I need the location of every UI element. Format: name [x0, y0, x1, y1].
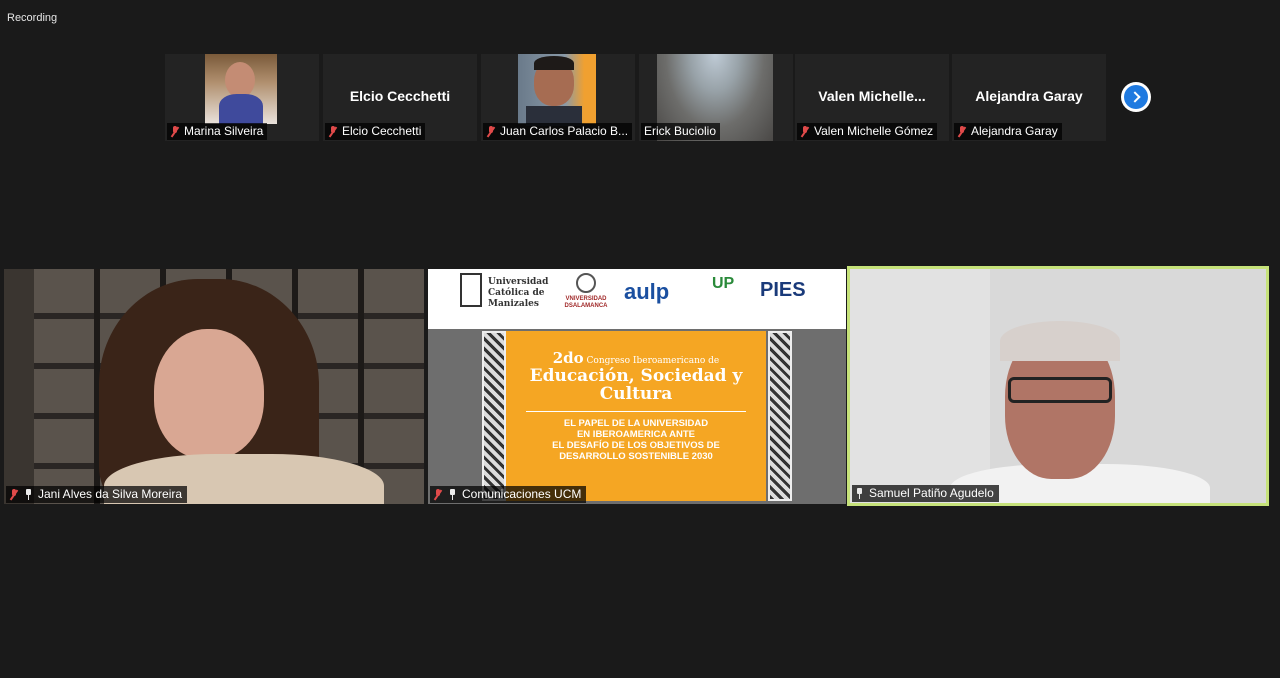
decorative-pattern [482, 331, 506, 501]
recording-label: Recording [7, 12, 58, 24]
video-participant-name: Jani Alves da Silva Moreira [38, 487, 183, 501]
video-nameplate: Jani Alves da Silva Moreira [6, 486, 188, 503]
participant-name: Valen Michelle Gómez [814, 124, 934, 138]
slide-logo: VNIVERSIDAD DSALAMANCA [564, 296, 608, 309]
participant-nameplate: Juan Carlos Palacio B... [483, 123, 633, 140]
participant-nameplate: Elcio Cecchetti [325, 123, 426, 140]
participant-nameplate: Erick Buciolio [641, 123, 721, 140]
mic-muted-icon [486, 125, 496, 137]
slide-congress: 2do Congreso Iberoamericano de [552, 349, 720, 367]
participant-thumbnail[interactable]: Alejandra Garay Alejandra Garay [952, 54, 1106, 141]
slide-logo: PIES [760, 279, 806, 301]
participant-nameplate: Marina Silveira [167, 123, 268, 140]
slide-logo: aulp [624, 279, 670, 304]
participant-nameplate: Alejandra Garay [954, 123, 1062, 140]
participant-name: Elcio Cecchetti [342, 124, 422, 138]
participant-thumbnail[interactable]: Valen Michelle... Valen Michelle Gómez [795, 54, 949, 141]
glasses-shape [1008, 377, 1112, 403]
slide-title: Educación, Sociedad y Cultura [529, 366, 743, 404]
decorative-pattern [768, 331, 792, 501]
pin-icon [855, 487, 864, 499]
mic-muted-icon [957, 125, 967, 137]
wall-background [850, 269, 990, 503]
university-shield-icon [460, 273, 482, 307]
participant-name: Erick Buciolio [644, 124, 717, 138]
video-participant-name: Comunicaciones UCM [462, 487, 582, 501]
active-speaker-video-tile[interactable]: Samuel Patiño Agudelo [847, 266, 1269, 506]
participant-display-name: Valen Michelle... [818, 88, 926, 104]
next-page-button[interactable] [1121, 82, 1151, 112]
participant-name: Juan Carlos Palacio B... [500, 124, 629, 138]
video-participant-name: Samuel Patiño Agudelo [869, 486, 994, 500]
video-tile[interactable]: Universidad Católica de Manizales VNIVER… [428, 269, 846, 504]
slide-subtitle: EL PAPEL DE LA UNIVERSIDAD EN IBEROAMERI… [552, 418, 720, 462]
mic-muted-icon [800, 125, 810, 137]
slide-divider [526, 411, 746, 412]
participant-nameplate: Valen Michelle Gómez [797, 123, 938, 140]
participant-name: Marina Silveira [184, 124, 264, 138]
slide-title-panel: 2do Congreso Iberoamericano de Educación… [506, 331, 766, 501]
participant-photo [205, 54, 277, 124]
mic-muted-icon [328, 125, 338, 137]
mic-muted-icon [170, 125, 180, 137]
video-nameplate: Comunicaciones UCM [430, 486, 587, 503]
participant-video-face [154, 329, 264, 459]
participant-photo [518, 54, 596, 126]
participant-thumbnail[interactable]: Elcio Cecchetti Elcio Cecchetti [323, 54, 477, 141]
participant-video-hair [1000, 321, 1120, 361]
participant-display-name: Elcio Cecchetti [349, 88, 451, 104]
participant-display-name: Alejandra Garay [975, 88, 1083, 104]
pin-icon [24, 488, 33, 500]
slide-logo: UP [712, 275, 735, 292]
salamanca-seal-icon [576, 273, 596, 293]
participant-name: Alejandra Garay [971, 124, 1058, 138]
slide-logo-bar: Universidad Católica de Manizales VNIVER… [428, 269, 846, 329]
participant-thumbnail[interactable]: Juan Carlos Palacio B... [481, 54, 635, 141]
mic-muted-icon [433, 488, 443, 500]
pin-icon [448, 488, 457, 500]
video-nameplate: Samuel Patiño Agudelo [852, 485, 999, 502]
participant-thumbnail[interactable]: Erick Buciolio [639, 54, 793, 141]
mic-muted-icon [9, 488, 19, 500]
participant-thumbnail[interactable]: Marina Silveira [165, 54, 319, 141]
video-tile[interactable]: Jani Alves da Silva Moreira [4, 269, 424, 504]
slide-logo: Universidad Católica de Manizales [488, 277, 549, 309]
